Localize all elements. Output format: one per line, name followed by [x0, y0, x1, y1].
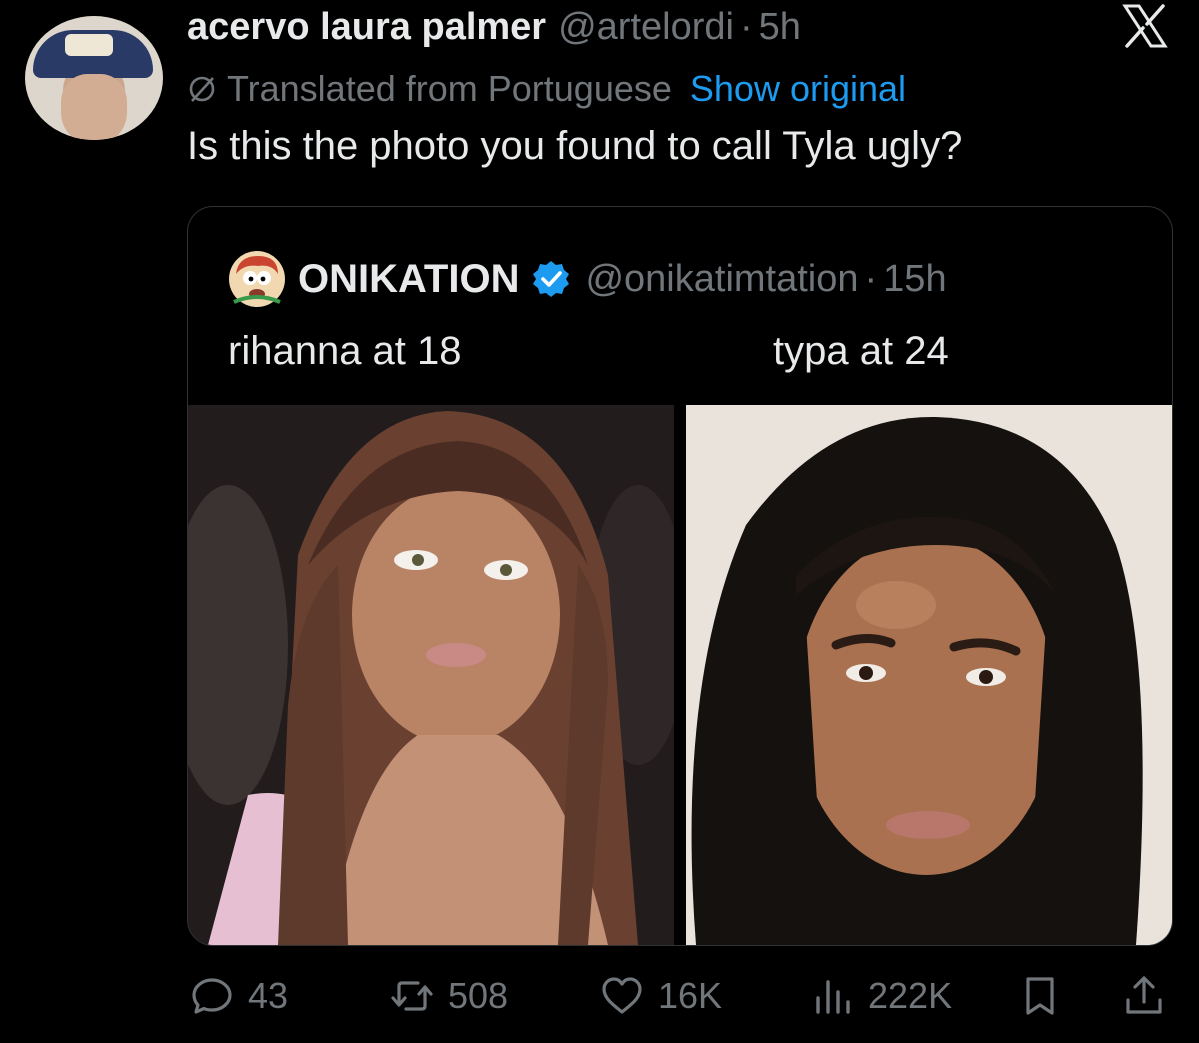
- avatar-face: [61, 74, 127, 140]
- verified-badge-icon: [533, 261, 570, 297]
- tweet[interactable]: acervo laura palmer @artelordi · 5h Tran…: [0, 0, 1199, 1043]
- quote-caption-left: rihanna at 18: [228, 329, 462, 373]
- share-icon: [1126, 976, 1162, 1014]
- author-handle[interactable]: @artelordi: [558, 6, 734, 49]
- bookmark-icon: [1026, 977, 1054, 1015]
- like-count: 16K: [658, 975, 723, 1016]
- reply-count: 43: [248, 975, 289, 1016]
- author-display-name[interactable]: acervo laura palmer: [187, 6, 546, 49]
- quote-author-handle[interactable]: @onikatimtation: [585, 258, 858, 301]
- author-avatar[interactable]: [25, 16, 163, 140]
- views-count: 222K: [868, 975, 953, 1016]
- repost-button[interactable]: 508: [390, 964, 508, 1028]
- translated-label: Translated from Portuguese: [227, 68, 672, 109]
- like-button[interactable]: 16K: [600, 964, 722, 1028]
- reply-button[interactable]: 43: [190, 964, 288, 1028]
- translate-icon: [189, 76, 215, 102]
- bookmark-button[interactable]: [1018, 964, 1062, 1028]
- heart-icon: [602, 977, 642, 1014]
- repost-count: 508: [448, 975, 509, 1016]
- quote-author-name[interactable]: ONIKATION: [298, 257, 519, 302]
- share-button[interactable]: [1122, 964, 1166, 1028]
- tweet-text: Is this the photo you found to call Tyla…: [187, 124, 963, 168]
- tweet-header: acervo laura palmer @artelordi · 5h: [187, 2, 801, 52]
- quote-photo-left[interactable]: [188, 405, 674, 945]
- views-button[interactable]: 222K: [810, 964, 952, 1028]
- x-logo-icon[interactable]: [1121, 4, 1169, 48]
- translation-bar: Translated from Portuguese Show original: [187, 64, 906, 114]
- photo-right-illustration: [686, 405, 1172, 945]
- quoted-tweet[interactable]: ONIKATION @onikatimtation · 15h rihanna …: [187, 206, 1173, 946]
- header-separator: ·: [739, 5, 753, 48]
- quote-photo-right[interactable]: [686, 405, 1172, 945]
- repost-icon: [391, 981, 433, 1011]
- quote-separator: ·: [864, 257, 878, 300]
- reply-icon: [192, 978, 232, 1014]
- tweet-timestamp[interactable]: 5h: [759, 6, 801, 49]
- quote-timestamp[interactable]: 15h: [883, 258, 946, 301]
- quote-author-avatar[interactable]: [228, 250, 286, 308]
- avatar-cap-patch: [65, 34, 113, 56]
- views-icon: [816, 980, 850, 1014]
- tweet-actions: 43 508 16K 222K: [190, 964, 1170, 1028]
- show-original-link[interactable]: Show original: [690, 68, 906, 110]
- photo-left-illustration: [188, 405, 674, 945]
- quote-header: ONIKATION @onikatimtation · 15h: [228, 249, 947, 309]
- quote-caption-right: typa at 24: [773, 329, 949, 373]
